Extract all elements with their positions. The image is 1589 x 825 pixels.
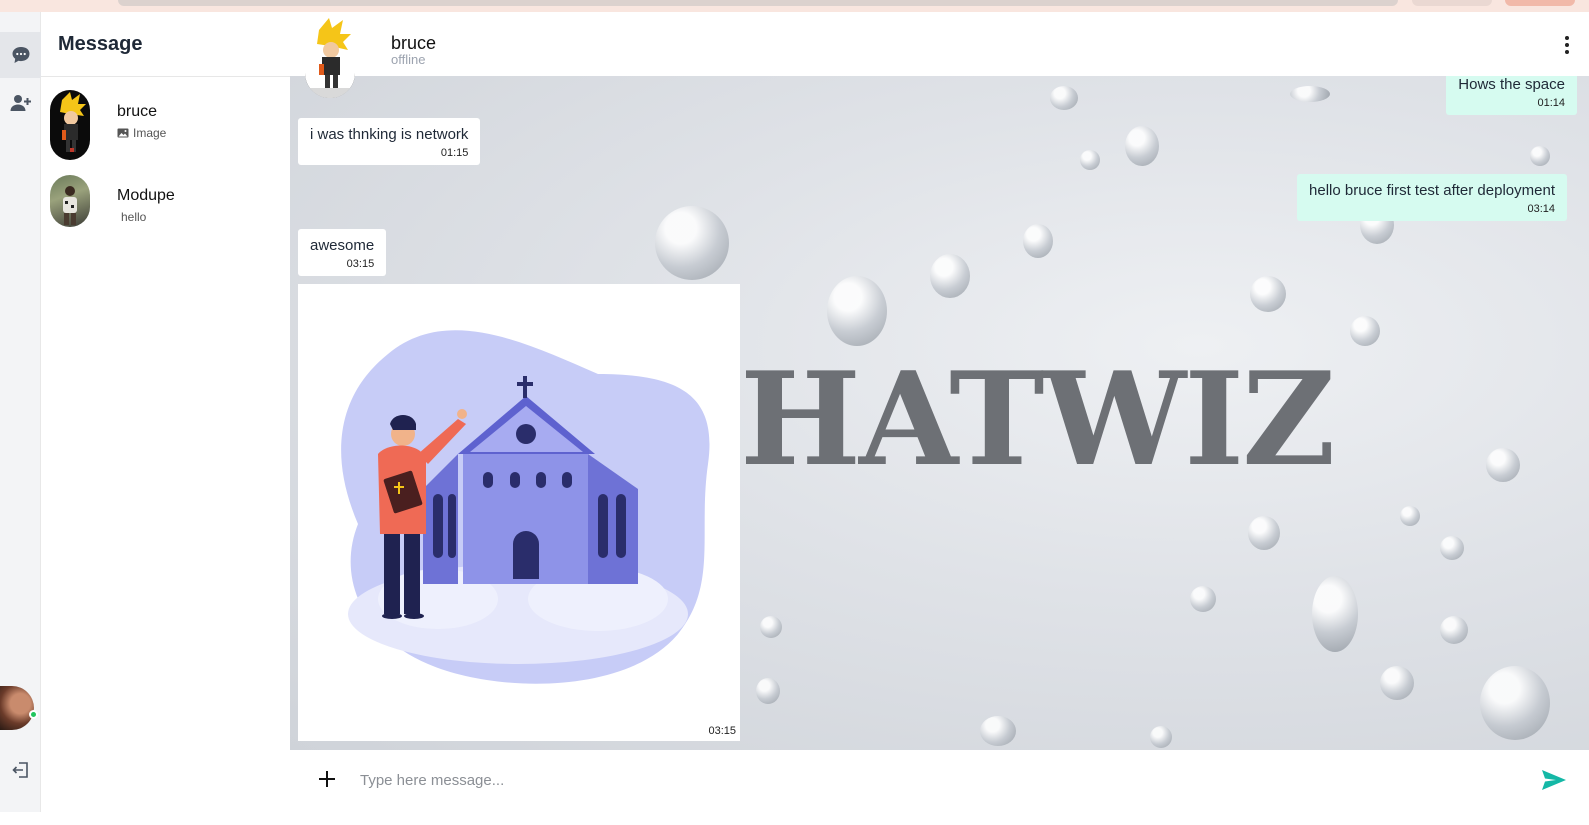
- message-image-incoming[interactable]: 03:15: [298, 284, 740, 741]
- rail-add-contact-button[interactable]: [0, 80, 41, 126]
- raindrop-decoration: [1312, 576, 1358, 652]
- conversation-item-modupe[interactable]: Modupe hello: [41, 170, 290, 250]
- raindrop-decoration: [1290, 86, 1330, 102]
- kebab-dot: [1565, 50, 1569, 54]
- sidebar-title: Message: [58, 32, 143, 55]
- conversation-preview: hello: [121, 210, 146, 224]
- message-text: awesome: [310, 237, 375, 254]
- message-input[interactable]: [360, 762, 1510, 798]
- raindrop-decoration: [827, 276, 887, 346]
- message-text: i was thnking is network: [310, 126, 469, 143]
- raindrop-decoration: [1080, 150, 1100, 170]
- message-composer: [290, 750, 1589, 812]
- raindrop-decoration: [655, 206, 729, 280]
- raindrop-decoration: [756, 678, 780, 704]
- avatar-image: [305, 12, 355, 98]
- message-time: 01:15: [440, 147, 469, 159]
- message-text: hello bruce first test after deployment: [1309, 182, 1555, 199]
- avatar: [50, 90, 90, 160]
- current-user-avatar[interactable]: [0, 686, 34, 730]
- raindrop-decoration: [1050, 86, 1078, 110]
- avatar-image: [60, 92, 86, 152]
- avatar-image: [63, 186, 77, 225]
- kebab-menu-button[interactable]: [1559, 34, 1575, 56]
- browser-chrome-strip: [0, 0, 1589, 12]
- kebab-dot: [1565, 43, 1569, 47]
- message-bubble-outgoing[interactable]: Hows the space 01:14: [1446, 76, 1577, 115]
- conversation-preview-text: hello: [121, 210, 147, 224]
- logout-icon: [11, 762, 28, 778]
- sidebar-header: Message: [41, 12, 290, 77]
- message-area[interactable]: HATWIZ Hows the space 01:14 i was thnkin…: [290, 76, 1589, 750]
- conversation-name: bruce: [117, 103, 158, 120]
- logout-button[interactable]: [0, 747, 41, 793]
- kebab-menu-icon: [1565, 36, 1569, 40]
- message-bubble-outgoing[interactable]: hello bruce first test after deployment …: [1297, 174, 1567, 221]
- raindrop-decoration: [980, 716, 1016, 746]
- background-watermark: HATWIZ: [740, 345, 1336, 495]
- contact-status: offline: [391, 52, 426, 67]
- message-time: 01:14: [1537, 97, 1565, 109]
- send-button[interactable]: [1541, 768, 1567, 792]
- conversation-preview-text: Image: [133, 126, 167, 140]
- message-time: 03:15: [708, 725, 736, 737]
- raindrop-decoration: [1440, 536, 1464, 560]
- raindrop-decoration: [1400, 506, 1420, 526]
- browser-button[interactable]: [1505, 0, 1575, 6]
- raindrop-decoration: [930, 254, 970, 298]
- nav-rail: [0, 12, 41, 812]
- conversation-name: Modupe: [117, 187, 175, 204]
- chat-bubble-icon: [12, 47, 29, 63]
- raindrop-decoration: [1486, 448, 1520, 482]
- raindrop-decoration: [1023, 224, 1053, 258]
- contact-name: bruce: [391, 33, 437, 53]
- attach-button[interactable]: [314, 766, 340, 792]
- message-time: 03:15: [346, 258, 375, 270]
- raindrop-decoration: [1150, 726, 1172, 748]
- raindrop-decoration: [1190, 586, 1216, 612]
- raindrop-decoration: [1125, 126, 1159, 166]
- chat-header: bruce offline: [290, 12, 1589, 98]
- raindrop-decoration: [1248, 516, 1280, 550]
- message-text: Hows the space: [1458, 76, 1565, 93]
- chat-panel: bruce offline HATWIZ Hows the space 01:1…: [290, 12, 1589, 812]
- raindrop-decoration: [1350, 316, 1380, 346]
- browser-address-bar[interactable]: [118, 0, 1398, 6]
- raindrop-decoration: [1250, 276, 1286, 312]
- online-status-dot: [29, 710, 38, 719]
- rail-chats-button[interactable]: [0, 32, 41, 78]
- conversation-item-bruce[interactable]: bruce Image: [41, 84, 290, 164]
- conversation-sidebar: Message bruce Image Modupe hello: [41, 12, 290, 812]
- raindrop-decoration: [1530, 146, 1550, 166]
- user-plus-icon: [10, 95, 31, 111]
- raindrop-decoration: [1480, 666, 1550, 740]
- message-time: 03:14: [1527, 203, 1555, 215]
- conversation-preview: Image: [117, 126, 166, 140]
- message-bubble-incoming[interactable]: i was thnking is network 01:15: [298, 118, 481, 165]
- avatar: [50, 175, 90, 227]
- image-icon: [117, 128, 129, 138]
- browser-button[interactable]: [1412, 0, 1492, 6]
- raindrop-decoration: [1440, 616, 1468, 644]
- church-illustration-image: [341, 330, 710, 684]
- plus-icon: [319, 771, 335, 787]
- raindrop-decoration: [760, 616, 782, 638]
- send-icon: [1542, 770, 1566, 790]
- raindrop-decoration: [1380, 666, 1414, 700]
- contact-avatar[interactable]: [305, 12, 355, 98]
- message-bubble-incoming[interactable]: awesome 03:15: [298, 229, 387, 276]
